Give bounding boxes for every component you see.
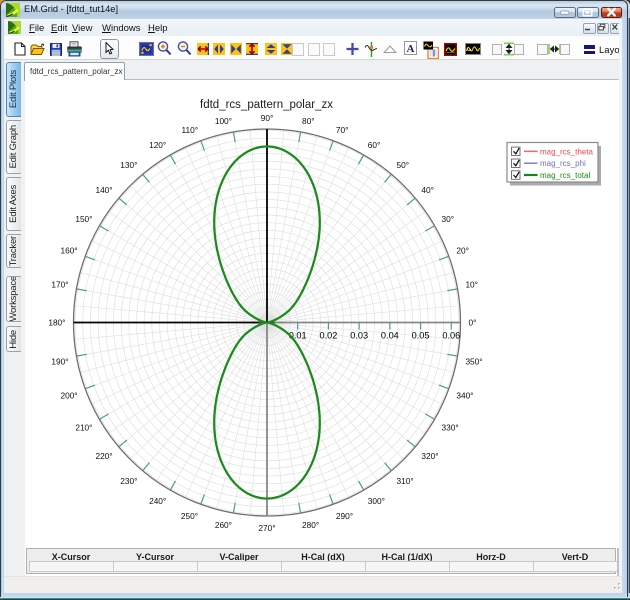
svg-text:70°: 70° — [336, 125, 349, 135]
svg-text:40°: 40° — [421, 185, 434, 195]
svg-text:350°: 350° — [465, 356, 482, 366]
svg-text:0.04: 0.04 — [381, 331, 399, 341]
svg-text:310°: 310° — [397, 476, 414, 486]
svg-text:20°: 20° — [456, 246, 469, 256]
svg-text:mag_rcs_phi: mag_rcs_phi — [540, 159, 586, 168]
svg-text:110°: 110° — [182, 125, 199, 135]
svg-text:mag_rcs_total: mag_rcs_total — [540, 171, 590, 180]
svg-text:190°: 190° — [51, 356, 68, 366]
svg-text:0.02: 0.02 — [319, 331, 337, 341]
svg-text:10°: 10° — [465, 280, 478, 290]
svg-text:150°: 150° — [75, 214, 92, 224]
svg-text:240°: 240° — [149, 496, 166, 506]
svg-text:180°: 180° — [48, 318, 65, 328]
svg-text:90°: 90° — [261, 113, 274, 123]
svg-text:200°: 200° — [60, 390, 77, 400]
svg-text:280°: 280° — [302, 520, 319, 530]
svg-text:340°: 340° — [456, 390, 473, 400]
svg-text:0.06: 0.06 — [442, 331, 460, 341]
svg-text:290°: 290° — [336, 511, 353, 521]
svg-text:60°: 60° — [368, 140, 381, 150]
svg-text:30°: 30° — [442, 214, 455, 224]
svg-text:260°: 260° — [215, 520, 232, 530]
svg-text:320°: 320° — [421, 451, 438, 461]
svg-text:120°: 120° — [149, 140, 166, 150]
svg-text:270°: 270° — [258, 523, 275, 533]
svg-text:160°: 160° — [60, 246, 77, 256]
svg-text:0°: 0° — [469, 318, 477, 328]
svg-text:fdtd_rcs_pattern_polar_zx: fdtd_rcs_pattern_polar_zx — [200, 99, 333, 111]
svg-text:0.03: 0.03 — [350, 331, 368, 341]
svg-text:130°: 130° — [120, 160, 137, 170]
svg-text:330°: 330° — [442, 422, 459, 432]
svg-text:50°: 50° — [397, 160, 410, 170]
svg-text:170°: 170° — [51, 280, 68, 290]
svg-text:80°: 80° — [302, 116, 315, 126]
svg-text:mag_rcs_theta: mag_rcs_theta — [540, 147, 593, 156]
svg-text:250°: 250° — [181, 511, 198, 521]
svg-text:0.05: 0.05 — [412, 331, 430, 341]
svg-text:100°: 100° — [215, 116, 232, 126]
svg-text:300°: 300° — [368, 496, 385, 506]
svg-text:220°: 220° — [95, 451, 112, 461]
svg-text:210°: 210° — [75, 422, 92, 432]
svg-text:230°: 230° — [120, 476, 137, 486]
svg-text:140°: 140° — [95, 185, 112, 195]
